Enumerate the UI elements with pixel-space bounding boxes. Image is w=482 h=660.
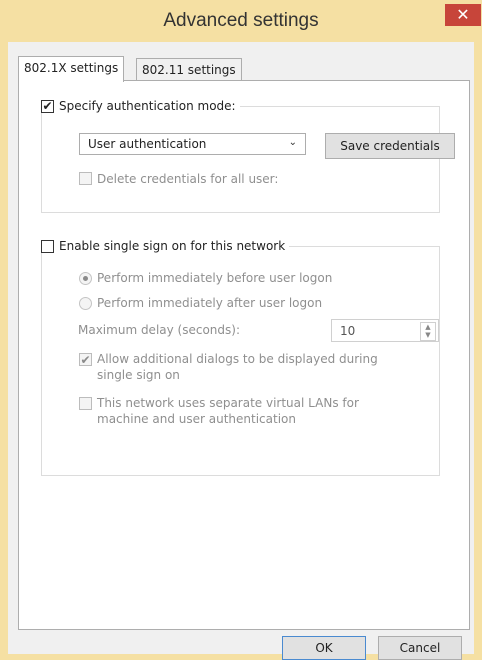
arrow-down-icon: ▼	[425, 331, 431, 339]
chevron-down-icon: ⌄	[288, 137, 297, 148]
cancel-button[interactable]: Cancel	[378, 636, 462, 660]
enable-sso-legend: Enable single sign on for this network	[41, 239, 290, 253]
after-logon-radio[interactable]	[79, 297, 92, 310]
dialog-body: 802.1X settings 802.11 settings ✔ Specif…	[8, 42, 474, 660]
max-delay-row: Maximum delay (seconds):	[78, 323, 240, 337]
check-icon: ✔	[80, 352, 91, 367]
tab-802-1x-settings[interactable]: 802.1X settings	[18, 56, 125, 82]
tab-802-11-settings[interactable]: 802.11 settings	[136, 58, 242, 81]
after-logon-label: Perform immediately after user logon	[97, 296, 323, 310]
enable-sso-checkbox[interactable]	[41, 239, 54, 253]
enable-sso-label: Enable single sign on for this network	[59, 239, 286, 253]
separate-vlans-label: This network uses separate virtual LANs …	[97, 396, 359, 426]
specify-auth-mode-checkbox[interactable]: ✔	[41, 99, 54, 113]
title-bar: Advanced settings ✕	[0, 0, 482, 42]
authentication-group	[41, 106, 440, 213]
ok-button[interactable]: OK	[282, 636, 366, 660]
specify-auth-mode-label: Specify authentication mode:	[59, 99, 236, 113]
delete-credentials-label: Delete credentials for all user:	[97, 172, 279, 186]
specify-auth-mode-legend: ✔ Specify authentication mode:	[41, 99, 240, 113]
window-title: Advanced settings	[163, 10, 319, 31]
delete-credentials-checkbox[interactable]	[79, 172, 92, 185]
before-logon-row: Perform immediately before user logon	[79, 271, 332, 285]
delete-credentials-row: Delete credentials for all user:	[79, 172, 278, 186]
max-delay-spinner[interactable]: 10 ▲ ▼	[331, 319, 439, 342]
allow-dialogs-label: Allow additional dialogs to be displayed…	[97, 352, 378, 382]
allow-dialogs-checkbox[interactable]: ✔	[79, 353, 92, 366]
check-icon: ✔	[42, 99, 53, 113]
close-button[interactable]: ✕	[445, 4, 481, 26]
after-logon-row: Perform immediately after user logon	[79, 296, 322, 310]
separate-vlans-checkbox[interactable]	[79, 397, 92, 410]
max-delay-value: 10	[340, 324, 356, 338]
separate-vlans-row: This network uses separate virtual LANs …	[79, 395, 414, 427]
auth-mode-select[interactable]: User authentication ⌄	[79, 133, 306, 155]
before-logon-label: Perform immediately before user logon	[97, 271, 333, 285]
arrow-up-icon: ▲	[425, 323, 431, 331]
close-icon: ✕	[456, 5, 470, 24]
before-logon-radio[interactable]	[79, 272, 92, 285]
tab-panel: ✔ Specify authentication mode: User auth…	[18, 80, 470, 630]
spinner-arrows[interactable]: ▲ ▼	[420, 322, 436, 341]
save-credentials-button[interactable]: Save credentials	[325, 133, 455, 159]
max-delay-label: Maximum delay (seconds):	[78, 323, 240, 337]
allow-dialogs-row: ✔ Allow additional dialogs to be display…	[79, 351, 414, 383]
auth-mode-value: User authentication	[88, 137, 207, 151]
